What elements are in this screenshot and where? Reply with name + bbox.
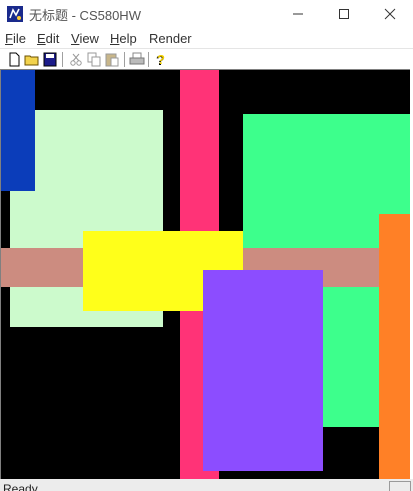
status-panel xyxy=(389,481,411,491)
status-text: Ready xyxy=(3,482,38,491)
title-bar: 无标题 - CS580HW xyxy=(0,0,413,28)
copy-icon[interactable] xyxy=(86,52,102,67)
blue-rect xyxy=(1,70,35,191)
toolbar-separator xyxy=(148,52,150,67)
cut-scissors-icon[interactable] xyxy=(68,52,84,67)
menu-file[interactable]: File xyxy=(5,31,26,46)
svg-text:?: ? xyxy=(157,52,165,67)
toolbar-separator xyxy=(124,52,126,67)
paste-icon[interactable] xyxy=(104,52,120,67)
close-icon xyxy=(384,8,396,20)
maximize-button[interactable] xyxy=(321,0,367,28)
print-icon[interactable] xyxy=(129,52,145,67)
purple-rect xyxy=(203,270,323,471)
save-disk-icon[interactable] xyxy=(42,52,58,67)
menu-render[interactable]: Render xyxy=(149,31,192,46)
toolbar-separator xyxy=(62,52,64,67)
new-file-icon[interactable] xyxy=(6,52,22,67)
menu-edit[interactable]: Edit xyxy=(37,31,59,46)
maximize-icon xyxy=(339,9,349,19)
open-folder-icon[interactable] xyxy=(24,52,40,67)
minimize-button[interactable] xyxy=(275,0,321,28)
menu-view[interactable]: View xyxy=(71,31,99,46)
minimize-icon xyxy=(293,13,303,15)
render-canvas[interactable] xyxy=(0,69,410,479)
toolbar: ?? xyxy=(0,48,413,69)
status-bar: Ready xyxy=(0,479,413,491)
menu-bar: File Edit View Help Render xyxy=(0,29,413,48)
window-title: 无标题 - CS580HW xyxy=(29,8,141,23)
menu-help[interactable]: Help xyxy=(110,31,137,46)
help-question-icon[interactable]: ?? xyxy=(152,52,168,68)
orange-rect xyxy=(379,214,410,479)
app-icon xyxy=(7,6,23,22)
close-button[interactable] xyxy=(367,0,413,28)
